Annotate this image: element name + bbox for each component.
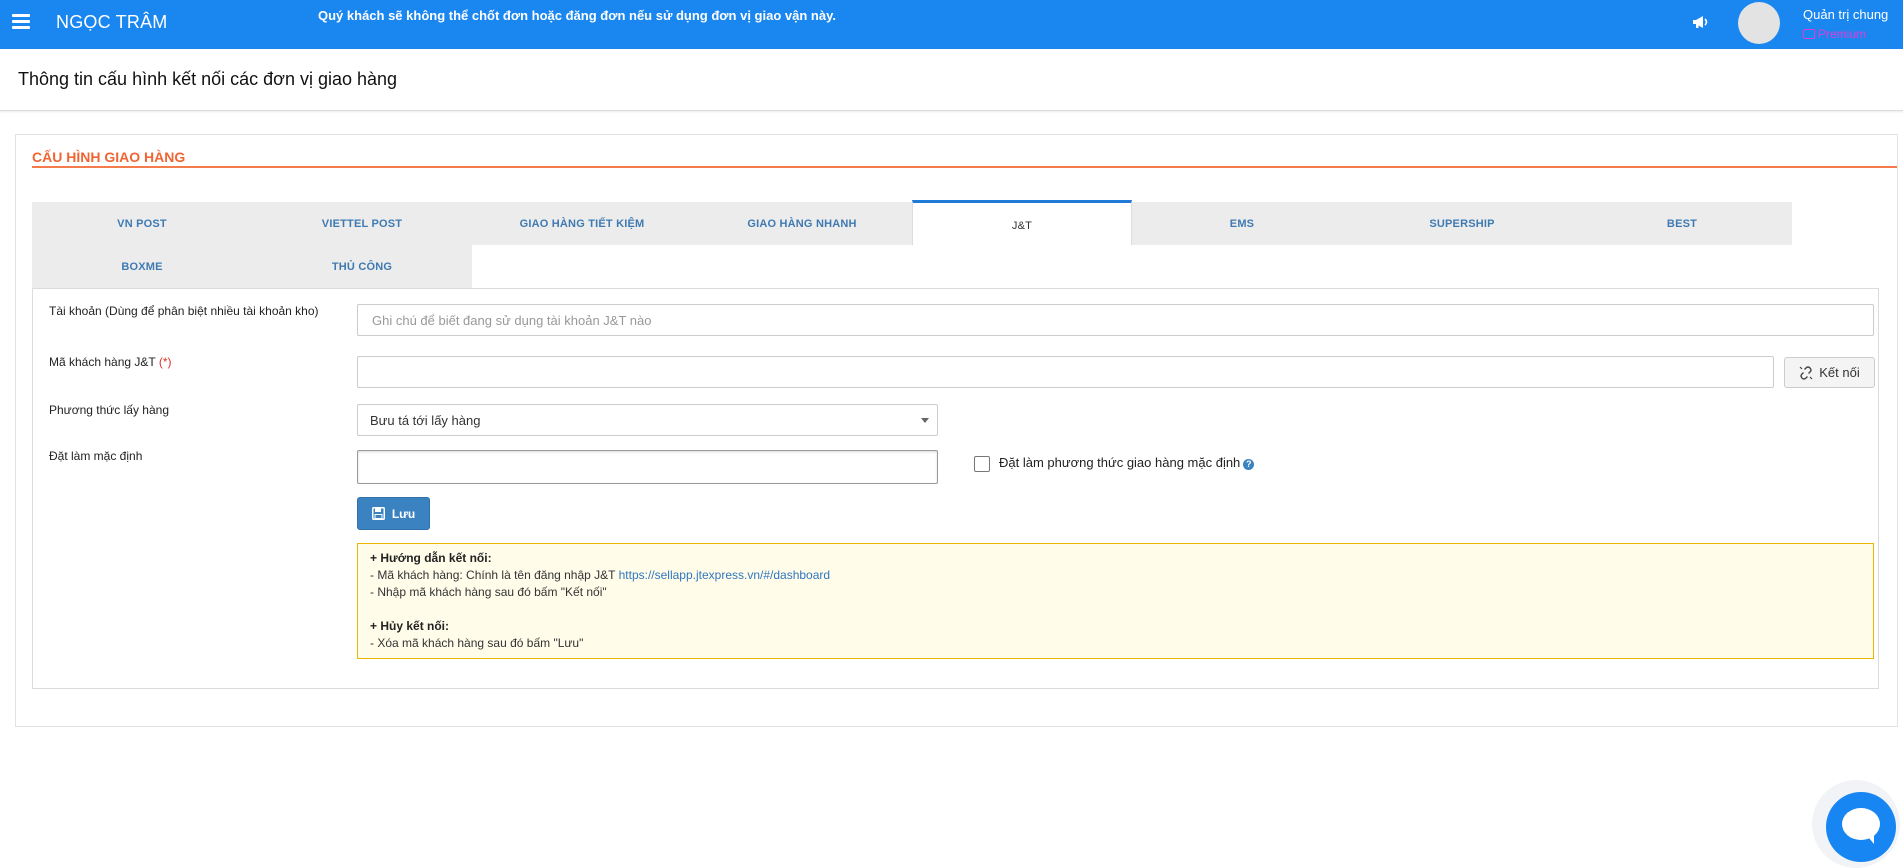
floppy-disk-icon bbox=[371, 507, 385, 520]
megaphone-icon[interactable] bbox=[1692, 14, 1710, 30]
carrier-tabs: VN POST VIETTEL POST GIAO HÀNG TIẾT KIỆM… bbox=[32, 200, 1793, 288]
top-navbar: NGỌC TRÂM Quý khách sẽ không thể chốt đơ… bbox=[0, 0, 1903, 49]
section-divider bbox=[32, 166, 1897, 168]
avatar[interactable] bbox=[1738, 2, 1780, 44]
tab-vn-post[interactable]: VN POST bbox=[32, 202, 252, 245]
tab-giao-hang-nhanh[interactable]: GIAO HÀNG NHANH bbox=[692, 202, 912, 245]
guide-line-2: - Nhập mã khách hàng sau đó bấm "Kết nối… bbox=[370, 585, 607, 599]
connect-label: Kết nối bbox=[1819, 365, 1860, 380]
chevron-down-icon bbox=[921, 418, 929, 423]
account-label: Tài khoản (Dùng để phân biệt nhiều tài k… bbox=[49, 304, 319, 318]
guide-connect-title: + Hướng dẫn kết nối: bbox=[370, 551, 492, 565]
plan-label: Premium bbox=[1818, 27, 1867, 41]
tab-viettel-post[interactable]: VIETTEL POST bbox=[252, 202, 472, 245]
shipping-config-card: CẤU HÌNH GIAO HÀNG VN POST VIETTEL POST … bbox=[15, 134, 1898, 727]
guide-line-3: - Xóa mã khách hàng sau đó bấm "Lưu" bbox=[370, 636, 584, 650]
connect-button[interactable]: Kết nối bbox=[1784, 357, 1875, 388]
brand-name[interactable]: NGỌC TRÂM bbox=[56, 12, 167, 33]
pickup-method-label: Phương thức lấy hàng bbox=[49, 403, 170, 417]
account-placeholder: Ghi chú để biết đang sử dụng tài khoản J… bbox=[372, 312, 652, 328]
tab-thu-cong[interactable]: THỦ CÔNG bbox=[252, 245, 472, 288]
chat-bubble-icon bbox=[1842, 808, 1880, 840]
unlink-icon bbox=[1799, 365, 1813, 380]
pickup-method-value: Bưu tá tới lấy hàng bbox=[370, 412, 481, 428]
help-icon[interactable]: ? bbox=[1243, 459, 1255, 470]
tab-boxme[interactable]: BOXME bbox=[32, 245, 252, 288]
menu-icon[interactable] bbox=[12, 14, 30, 32]
tab-giao-hang-tiet-kiem[interactable]: GIAO HÀNG TIẾT KIỆM bbox=[472, 202, 692, 245]
page-header: Thông tin cấu hình kết nối các đơn vị gi… bbox=[0, 49, 1903, 111]
tab-jt[interactable]: J&T bbox=[912, 200, 1132, 245]
account-input[interactable]: Ghi chú để biết đang sử dụng tài khoản J… bbox=[357, 304, 1874, 336]
save-label: Lưu bbox=[391, 506, 416, 521]
customer-code-label-text: Mã khách hàng J&T bbox=[49, 355, 156, 369]
default-field[interactable] bbox=[357, 450, 938, 484]
jt-dashboard-link[interactable]: https://sellapp.jtexpress.vn/#/dashboard bbox=[619, 568, 830, 582]
plan-badge: Premium bbox=[1803, 27, 1866, 41]
user-name[interactable]: Quản trị chung bbox=[1803, 7, 1888, 22]
customer-code-label: Mã khách hàng J&T (*) bbox=[49, 353, 172, 371]
guide-spacer bbox=[370, 601, 1861, 618]
chat-bubble-tail bbox=[1864, 832, 1874, 844]
page-title: Thông tin cấu hình kết nối các đơn vị gi… bbox=[18, 69, 398, 89]
set-default-label: Đặt làm mặc định bbox=[49, 449, 143, 463]
guide-line-1: - Mã khách hàng: Chính là tên đăng nhập … bbox=[370, 568, 831, 582]
pickup-method-select[interactable]: Bưu tá tới lấy hàng bbox=[357, 404, 938, 436]
notice-banner: Quý khách sẽ không thể chốt đơn hoặc đăn… bbox=[318, 8, 836, 23]
section-title: CẤU HÌNH GIAO HÀNG bbox=[32, 149, 186, 165]
tab-best[interactable]: BEST bbox=[1572, 202, 1792, 245]
default-method-label-text: Đặt làm phương thức giao hàng mặc định bbox=[999, 455, 1241, 470]
jt-config-panel: Tài khoản (Dùng để phân biệt nhiều tài k… bbox=[32, 288, 1879, 689]
tab-supership[interactable]: SUPERSHIP bbox=[1352, 202, 1572, 245]
default-method-checkbox[interactable] bbox=[974, 456, 990, 472]
guide-disconnect-title: + Hủy kết nối: bbox=[370, 619, 450, 633]
tab-ems[interactable]: EMS bbox=[1132, 202, 1352, 245]
connection-guide: + Hướng dẫn kết nối: - Mã khách hàng: Ch… bbox=[357, 543, 1874, 659]
customer-code-input[interactable] bbox=[357, 356, 1774, 388]
required-mark: (*) bbox=[158, 355, 172, 369]
chat-button[interactable] bbox=[1826, 792, 1896, 862]
premium-icon bbox=[1803, 29, 1815, 39]
default-method-label: Đặt làm phương thức giao hàng mặc định? bbox=[999, 455, 1255, 470]
save-button[interactable]: Lưu bbox=[357, 497, 430, 530]
